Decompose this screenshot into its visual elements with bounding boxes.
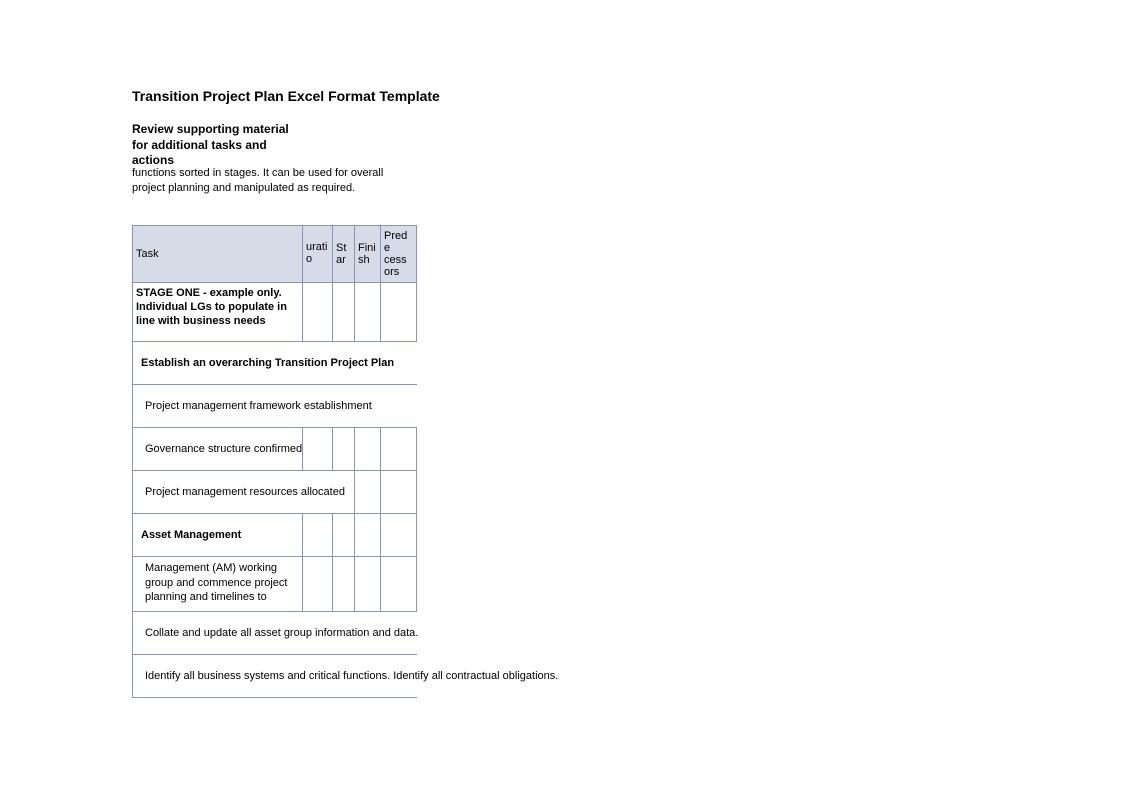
row-collate: Collate and update all asset group infor… — [133, 612, 417, 655]
overarching-text: Establish an overarching Transition Proj… — [141, 357, 394, 369]
plan-table: Task uratio Star Finish Predecessors STA… — [132, 225, 417, 698]
row-asset-mgmt: Asset Management — [133, 514, 417, 557]
col-finish: Finish — [355, 226, 381, 283]
stage-one-text: STAGE ONE - example only. Individual LGs… — [136, 287, 299, 337]
document-page: Transition Project Plan Excel Format Tem… — [132, 88, 732, 698]
pm-framework-text: Project management framework establishme… — [145, 400, 372, 412]
intro-body: functions sorted in stages. It can be us… — [132, 167, 383, 194]
col-task: Task — [133, 226, 303, 283]
row-stage-one: STAGE ONE - example only. Individual LGs… — [133, 283, 417, 342]
col-predecessors: Predecessors — [381, 226, 417, 283]
intro-text: This spreadsheet contains all actions fr… — [132, 166, 387, 196]
col-start: Star — [333, 226, 355, 283]
page-title: Transition Project Plan Excel Format Tem… — [132, 88, 732, 104]
identify-text: Identify all business systems and critic… — [145, 670, 558, 682]
review-subtitle: Review supporting material for additiona… — [132, 122, 302, 169]
col-duration: uratio — [303, 226, 333, 283]
governance-text: Governance structure confirmed — [145, 443, 302, 455]
pm-resources-text: Project management resources allocated — [145, 486, 345, 498]
row-pm-resources: Project management resources allocated — [133, 471, 417, 514]
row-overarching: Establish an overarching Transition Proj… — [133, 342, 417, 385]
row-governance: Governance structure confirmed — [133, 428, 417, 471]
row-am-group: Management (AM) working group and commen… — [133, 557, 417, 612]
am-group-text: Management (AM) working group and commen… — [145, 561, 299, 607]
collate-text: Collate and update all asset group infor… — [145, 627, 418, 639]
asset-mgmt-text: Asset Management — [141, 529, 241, 541]
row-identify: Identify all business systems and critic… — [133, 655, 417, 698]
row-pm-framework: Project management framework establishme… — [133, 385, 417, 428]
table-header-row: Task uratio Star Finish Predecessors — [133, 226, 417, 283]
